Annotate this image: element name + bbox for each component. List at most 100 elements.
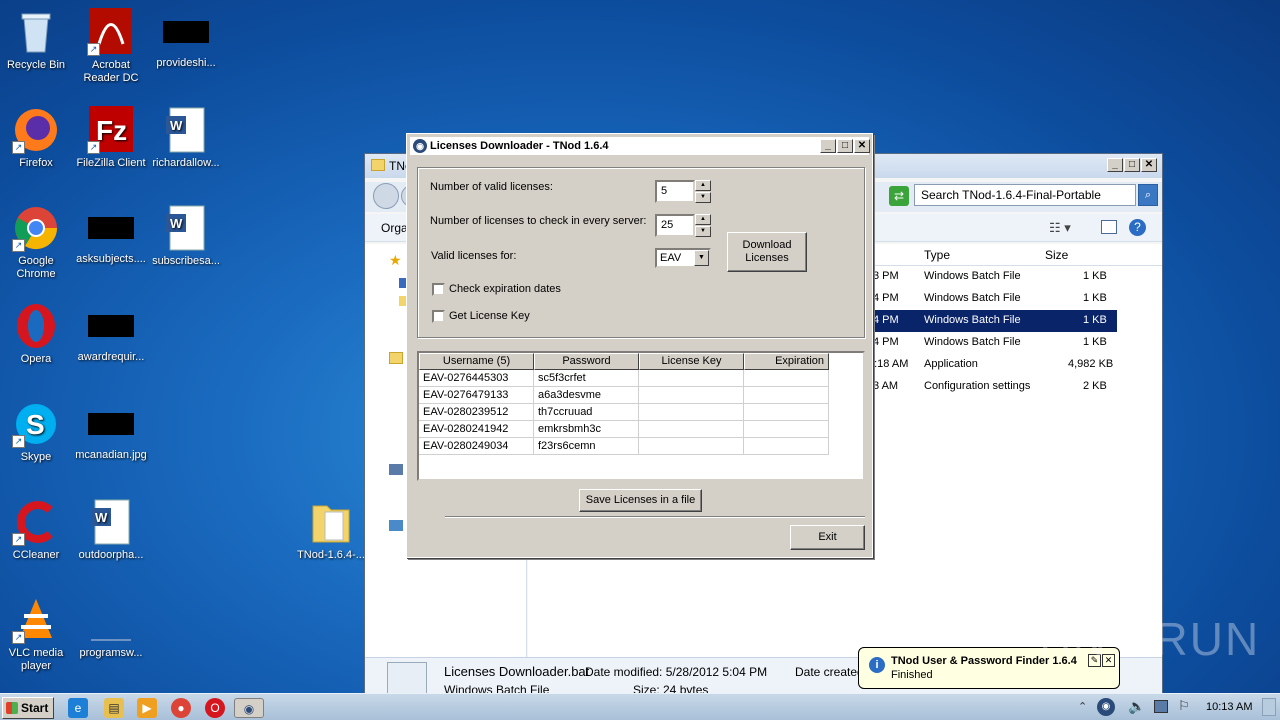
- start-button[interactable]: Start: [2, 697, 54, 719]
- acrobat-icon: ↗: [87, 8, 135, 56]
- redacted-icon: [88, 315, 134, 337]
- spin-up-button[interactable]: ▲: [695, 180, 711, 191]
- minimize-button[interactable]: _: [1107, 158, 1123, 172]
- svg-text:W: W: [95, 510, 108, 525]
- table-row[interactable]: EAV-0280239512 th7ccruuad: [419, 404, 829, 421]
- table-row[interactable]: EAV-0280249034 f23rs6cemn: [419, 438, 829, 455]
- volume-icon[interactable]: 🔈: [1128, 698, 1145, 715]
- clock[interactable]: 10:13 AM: [1206, 701, 1252, 713]
- search-icon[interactable]: ⌕: [1138, 184, 1158, 206]
- internet-explorer-icon[interactable]: e: [68, 698, 88, 718]
- column-size[interactable]: Size: [1045, 248, 1068, 262]
- desktop-icon-vlc[interactable]: ↗ VLC media player: [0, 596, 74, 673]
- check-expiration-checkbox[interactable]: [432, 283, 445, 296]
- action-center-flag-icon[interactable]: ⚐: [1178, 698, 1190, 714]
- desktop-icon-ccleaner[interactable]: ↗ CCleaner: [0, 498, 74, 562]
- table-row[interactable]: EAV-0276445303 sc5f3crfet: [419, 370, 829, 387]
- desktop-icon-awardrequir[interactable]: awardrequir...: [73, 302, 149, 364]
- tnod-tray-icon[interactable]: ◉: [1097, 698, 1115, 716]
- network-tray-icon[interactable]: [1154, 700, 1168, 713]
- show-hidden-icons-button[interactable]: ⌃: [1078, 700, 1087, 713]
- desktop-icon-provideshi[interactable]: provideshi...: [148, 8, 224, 70]
- dialog-separator: [445, 516, 865, 518]
- desktop-icon-opera[interactable]: Opera: [0, 302, 74, 366]
- desktop-icon-skype[interactable]: S ↗ Skype: [0, 400, 74, 464]
- spin-down-button[interactable]: ▼: [695, 226, 711, 237]
- table-header: Username (5) Password License Key Expira…: [419, 353, 839, 370]
- desktop-icon-tnod-folder[interactable]: TNod-1.6.4-...: [293, 498, 369, 562]
- tnod-taskbar-button[interactable]: ◉: [234, 698, 264, 718]
- file-explorer-icon[interactable]: ▤: [104, 698, 124, 718]
- desktop-icon-chrome[interactable]: ↗ Google Chrome: [0, 204, 74, 281]
- preview-pane-icon[interactable]: [1101, 220, 1117, 234]
- desktop-icon-richardallow[interactable]: W richardallow...: [148, 106, 224, 170]
- valid-for-select[interactable]: EAV ▼: [655, 248, 711, 268]
- back-button[interactable]: [373, 183, 399, 209]
- valid-for-label: Valid licenses for:: [431, 250, 517, 262]
- blank-file-icon: [87, 596, 135, 644]
- chevron-down-icon[interactable]: ▼: [694, 250, 709, 266]
- desktop-icon-outdoorpha[interactable]: W outdoorpha...: [73, 498, 149, 562]
- download-licenses-button[interactable]: Download Licenses: [727, 232, 807, 272]
- details-filename: Licenses Downloader.bat: [444, 664, 590, 679]
- desktop-icon-mcanadian[interactable]: mcanadian.jpg: [73, 400, 149, 462]
- tnod-app-icon: ◉: [413, 139, 427, 153]
- column-expiration[interactable]: Expiration: [744, 353, 829, 370]
- media-player-icon[interactable]: ▶: [137, 698, 157, 718]
- batch-file-icon: [387, 662, 427, 696]
- opera-icon[interactable]: O: [205, 698, 225, 718]
- save-licenses-button[interactable]: Save Licenses in a file: [579, 489, 702, 512]
- show-desktop-button[interactable]: [1262, 698, 1276, 716]
- watermark: ANY RUN: [1040, 613, 1261, 665]
- info-icon: i: [869, 657, 885, 673]
- desktop-icon-recycle-bin[interactable]: Recycle Bin: [0, 8, 74, 72]
- num-check-stepper[interactable]: 25 ▲ ▼: [655, 214, 711, 237]
- filezilla-icon: Fz ↗: [87, 106, 135, 154]
- refresh-icon[interactable]: ⇄: [889, 186, 909, 206]
- help-icon[interactable]: ?: [1129, 219, 1146, 236]
- details-created: Date created: [795, 665, 864, 679]
- maximize-button[interactable]: □: [837, 139, 853, 153]
- num-check-label: Number of licenses to check in every ser…: [430, 215, 647, 227]
- balloon-text: Finished: [891, 669, 933, 681]
- taskbar: Start e ▤ ▶ ● O ◉ ⌃ ◉ 🔈 ⚐ 10:13 AM: [0, 693, 1280, 720]
- details-modified: Date modified: 5/28/2012 5:04 PM: [585, 665, 768, 679]
- column-password[interactable]: Password: [534, 353, 639, 370]
- ccleaner-icon: ↗: [12, 498, 60, 546]
- spin-up-button[interactable]: ▲: [695, 214, 711, 225]
- exit-button[interactable]: Exit: [790, 525, 865, 550]
- folder-icon: [371, 159, 385, 171]
- num-valid-stepper[interactable]: 5 ▲ ▼: [655, 180, 711, 203]
- maximize-button[interactable]: □: [1124, 158, 1140, 172]
- desktop-icon-filezilla[interactable]: Fz ↗ FileZilla Client: [73, 106, 149, 170]
- desktop-icon-subscribesa[interactable]: W subscribesa...: [148, 204, 224, 268]
- get-license-key-label: Get License Key: [449, 310, 530, 322]
- get-license-key-checkbox[interactable]: [432, 310, 445, 323]
- column-type[interactable]: Type: [924, 248, 950, 262]
- chrome-icon[interactable]: ●: [171, 698, 191, 718]
- view-options-icon[interactable]: ☷ ▾: [1049, 220, 1071, 236]
- desktop-icon-asksubjects[interactable]: asksubjects....: [73, 204, 149, 266]
- minimize-button[interactable]: _: [820, 139, 836, 153]
- column-license-key[interactable]: License Key: [639, 353, 744, 370]
- search-input[interactable]: Search TNod-1.6.4-Final-Portable: [914, 184, 1136, 206]
- num-valid-input[interactable]: 5: [655, 180, 695, 203]
- redacted-icon: [163, 21, 209, 43]
- column-username[interactable]: Username (5): [419, 353, 534, 370]
- desktop-icon-acrobat[interactable]: ↗ Acrobat Reader DC: [73, 8, 149, 85]
- computer-icon: [389, 464, 403, 475]
- close-button[interactable]: ✕: [1141, 158, 1157, 172]
- vlc-icon: ↗: [12, 596, 60, 644]
- close-button[interactable]: ✕: [854, 139, 870, 153]
- table-row[interactable]: EAV-0276479133 a6a3desvme: [419, 387, 829, 404]
- spin-down-button[interactable]: ▼: [695, 192, 711, 203]
- network-icon: [389, 520, 403, 531]
- licenses-table[interactable]: Username (5) Password License Key Expira…: [417, 351, 865, 481]
- dialog-titlebar[interactable]: ◉ Licenses Downloader - TNod 1.6.4 _ □ ✕: [410, 137, 870, 155]
- table-row[interactable]: EAV-0280241942 emkrsbmh3c: [419, 421, 829, 438]
- desktop-icon-programsw[interactable]: programsw...: [73, 596, 149, 660]
- desktop-icon-firefox[interactable]: ↗ Firefox: [0, 106, 74, 170]
- licenses-downloader-dialog[interactable]: ◉ Licenses Downloader - TNod 1.6.4 _ □ ✕…: [406, 133, 873, 558]
- num-check-input[interactable]: 25: [655, 214, 695, 237]
- word-doc-icon: W: [162, 204, 210, 252]
